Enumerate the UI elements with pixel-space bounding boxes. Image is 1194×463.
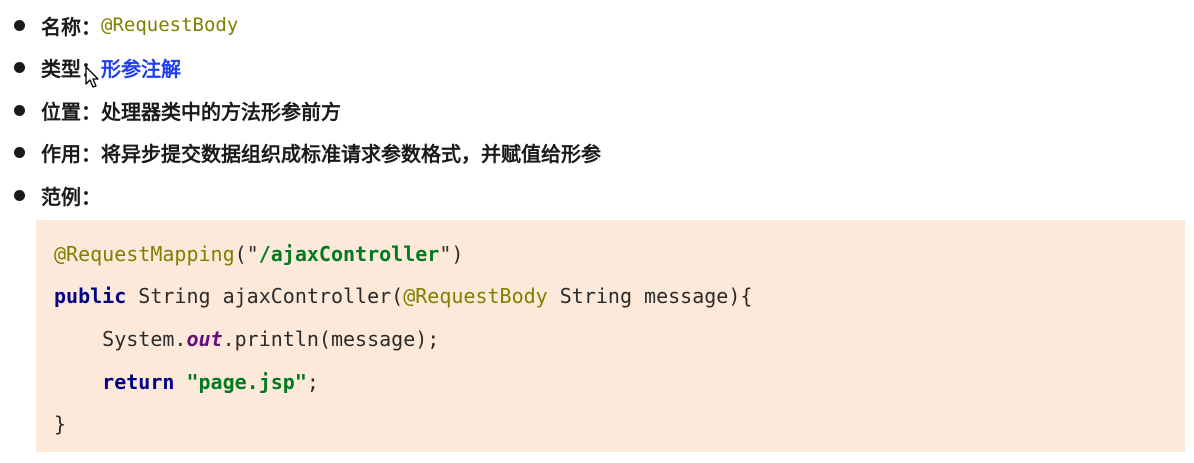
code-line-5: } (54, 412, 66, 436)
bullet-icon (14, 147, 25, 159)
list-item-type: 类型： 形参注解 (10, 47, 1180, 90)
code-string: page.jsp (198, 370, 295, 394)
code-line-1: @RequestMapping("/ajaxController") (54, 242, 463, 266)
code-text: (" (234, 242, 259, 266)
code-text: String message){ (547, 284, 753, 308)
bullet-icon (14, 104, 25, 116)
list-item-name: 名称： @RequestBody (10, 4, 1180, 47)
code-text: .println(message); (222, 327, 440, 351)
name-label: 名称： (41, 14, 101, 39)
code-field: out (186, 327, 223, 351)
code-annotation: @RequestMapping (54, 242, 235, 266)
type-value-link[interactable]: 形参注解 (101, 53, 181, 82)
code-line-2: public String ajaxController(@RequestBod… (54, 284, 752, 308)
code-example: @RequestMapping("/ajaxController") publi… (36, 220, 1185, 452)
bullet-icon (14, 189, 25, 201)
code-string: " (294, 370, 307, 394)
code-text: System. (102, 327, 187, 351)
code-keyword: public (54, 284, 127, 308)
position-value: 处理器类中的方法形参前方 (101, 99, 341, 124)
code-string: /ajaxController (258, 242, 440, 266)
example-label: 范例： (41, 184, 101, 209)
usage-label: 作用： (41, 142, 101, 167)
code-text: ; (306, 370, 319, 394)
bullet-icon (14, 19, 25, 31)
list-item-position: 位置： 处理器类中的方法形参前方 (10, 89, 1180, 132)
code-text: } (54, 412, 67, 436)
code-text: ") (439, 242, 464, 266)
code-string: " (186, 370, 199, 394)
feature-list: 名称： @RequestBody 类型： 形参注解 位置： 处理器类中的方法形参… (10, 4, 1180, 217)
code-line-3: System.out.println(message); (54, 327, 439, 351)
code-text: String ajaxController( (126, 284, 404, 308)
list-item-usage: 作用： 将异步提交数据组织成标准请求参数格式，并赋值给形参 (10, 132, 1180, 175)
name-value: @RequestBody (101, 14, 239, 37)
usage-value: 将异步提交数据组织成标准请求参数格式，并赋值给形参 (101, 142, 601, 167)
list-item-example: 范例： (10, 174, 1180, 217)
code-keyword: return (102, 370, 175, 394)
code-line-4: return "page.jsp"; (54, 370, 319, 394)
bullet-icon (14, 62, 25, 74)
code-annotation: @RequestBody (403, 284, 548, 308)
position-label: 位置： (41, 99, 101, 124)
